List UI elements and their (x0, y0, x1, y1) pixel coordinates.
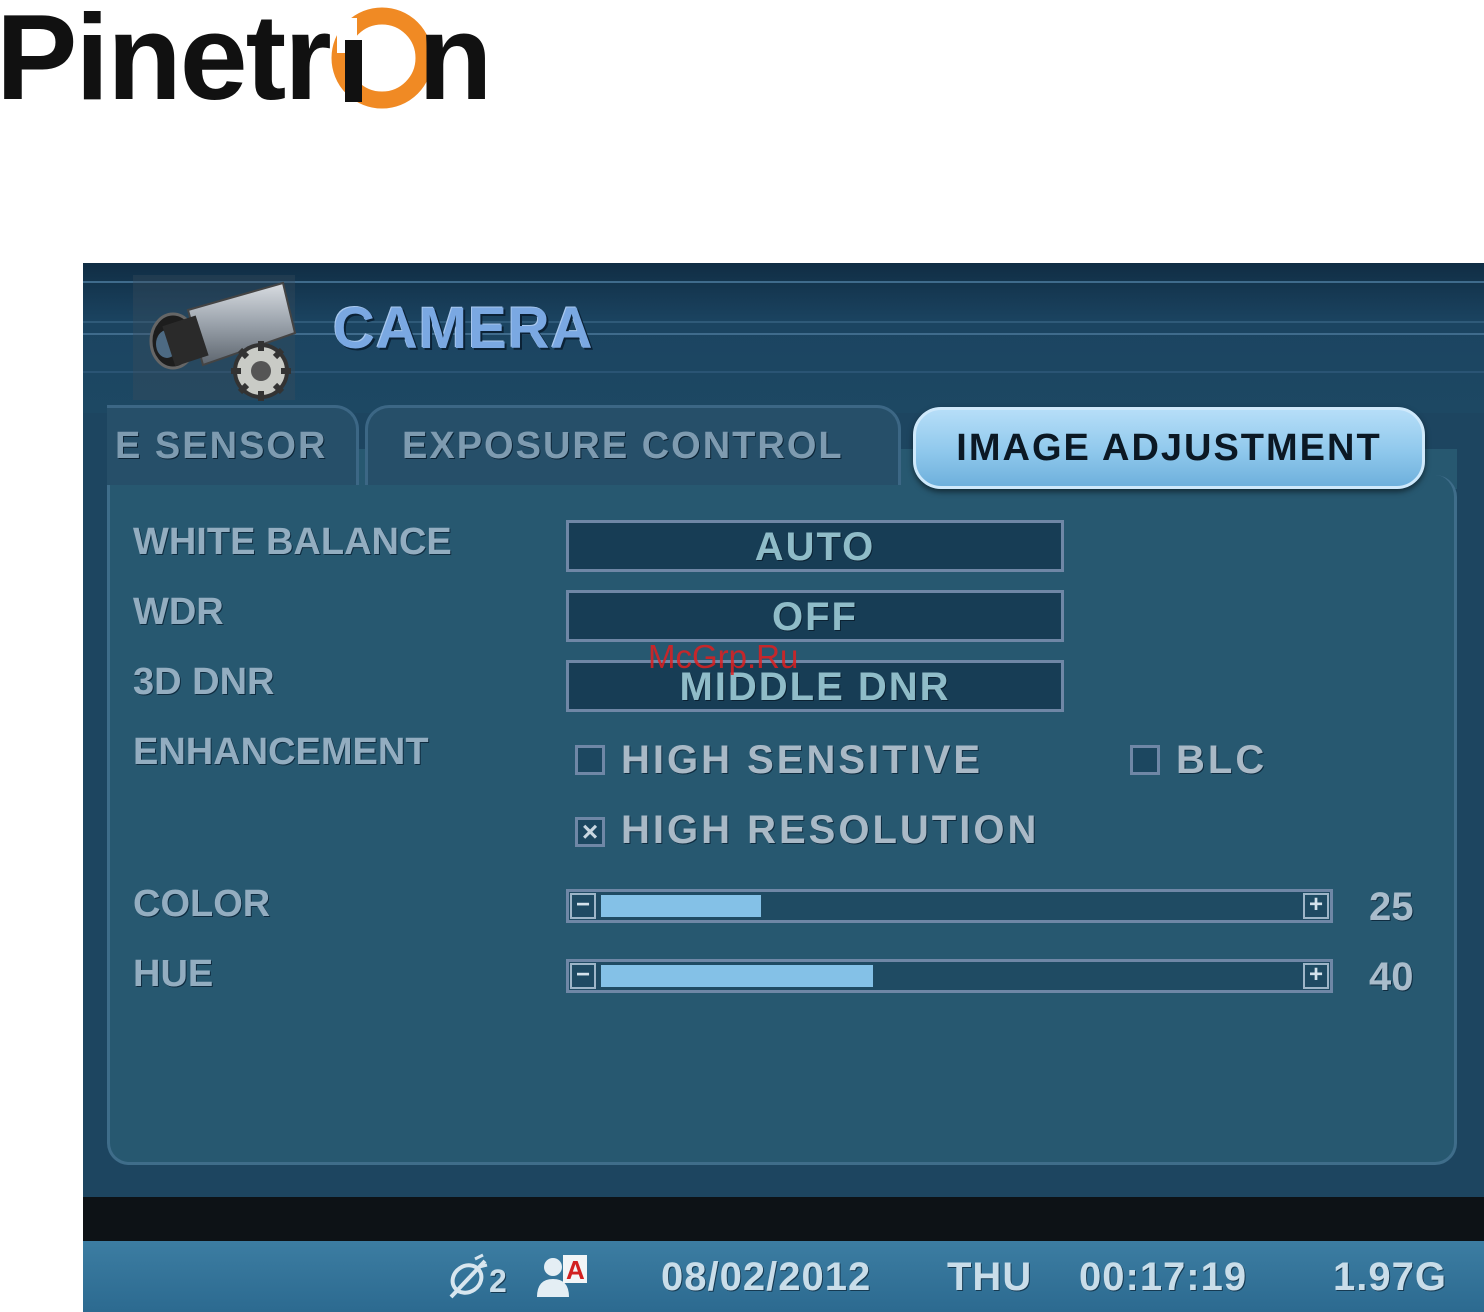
color-label: COLOR (133, 883, 271, 925)
dnr-label: 3D DNR (133, 661, 275, 703)
blc-checkbox[interactable] (1130, 745, 1160, 775)
storage-remaining: 1.97G (1333, 1255, 1447, 1299)
high-resolution-checkbox[interactable]: × (575, 817, 605, 847)
color-decrease-button[interactable]: − (570, 893, 596, 919)
blc-label: BLC (1176, 738, 1268, 782)
satellite-signal-icon (445, 1253, 489, 1306)
svg-text:n: n (418, 0, 493, 115)
hue-increase-button[interactable]: + (1303, 963, 1329, 989)
color-slider[interactable]: − + (566, 889, 1333, 923)
hue-label: HUE (133, 953, 214, 995)
color-slider-fill (601, 895, 761, 917)
wdr-select[interactable]: OFF (566, 590, 1064, 642)
high-resolution-label: HIGH RESOLUTION (621, 808, 1040, 852)
watermark: McGrp.Ru (648, 638, 799, 675)
check-mark-icon: × (581, 816, 599, 847)
dvr-screen: CAMERA E SENSOR EXPOSURE CONTROL IMAGE A… (83, 263, 1484, 1312)
status-time: 00:17:19 (1079, 1255, 1248, 1299)
camera-gear-icon (133, 275, 303, 403)
hue-decrease-button[interactable]: − (570, 963, 596, 989)
svg-text:A: A (566, 1255, 585, 1285)
camera-count: 2 (489, 1263, 508, 1299)
user-a-icon: A (535, 1253, 591, 1306)
separator-bar (83, 1197, 1484, 1241)
enhancement-label: ENHANCEMENT (133, 731, 429, 773)
hue-value: 40 (1369, 955, 1414, 999)
white-balance-label: WHITE BALANCE (133, 521, 452, 563)
high-sensitive-label: HIGH SENSITIVE (621, 738, 984, 782)
status-bar: 2 A 08/02/2012 THU 00:17:19 1.97G (83, 1241, 1484, 1312)
wdr-label: WDR (133, 591, 224, 633)
hue-slider-fill (601, 965, 873, 987)
status-day: THU (947, 1255, 1033, 1299)
tab-sensor[interactable]: E SENSOR (107, 405, 359, 485)
color-increase-button[interactable]: + (1303, 893, 1329, 919)
status-date: 08/02/2012 (661, 1255, 872, 1299)
screen-header: CAMERA (83, 263, 1484, 413)
hue-slider[interactable]: − + (566, 959, 1333, 993)
dnr-select[interactable]: MIDDLE DNR (566, 660, 1064, 712)
svg-text:Pinetr: Pinetr (0, 0, 330, 115)
high-sensitive-checkbox[interactable] (575, 745, 605, 775)
color-value: 25 (1369, 885, 1414, 929)
white-balance-select[interactable]: AUTO (566, 520, 1064, 572)
tab-image-adjustment[interactable]: IMAGE ADJUSTMENT (913, 407, 1425, 489)
tab-exposure-control[interactable]: EXPOSURE CONTROL (365, 405, 901, 485)
pinetron-logo: Pinetr n (0, 0, 520, 115)
screen-title: CAMERA (333, 296, 594, 361)
